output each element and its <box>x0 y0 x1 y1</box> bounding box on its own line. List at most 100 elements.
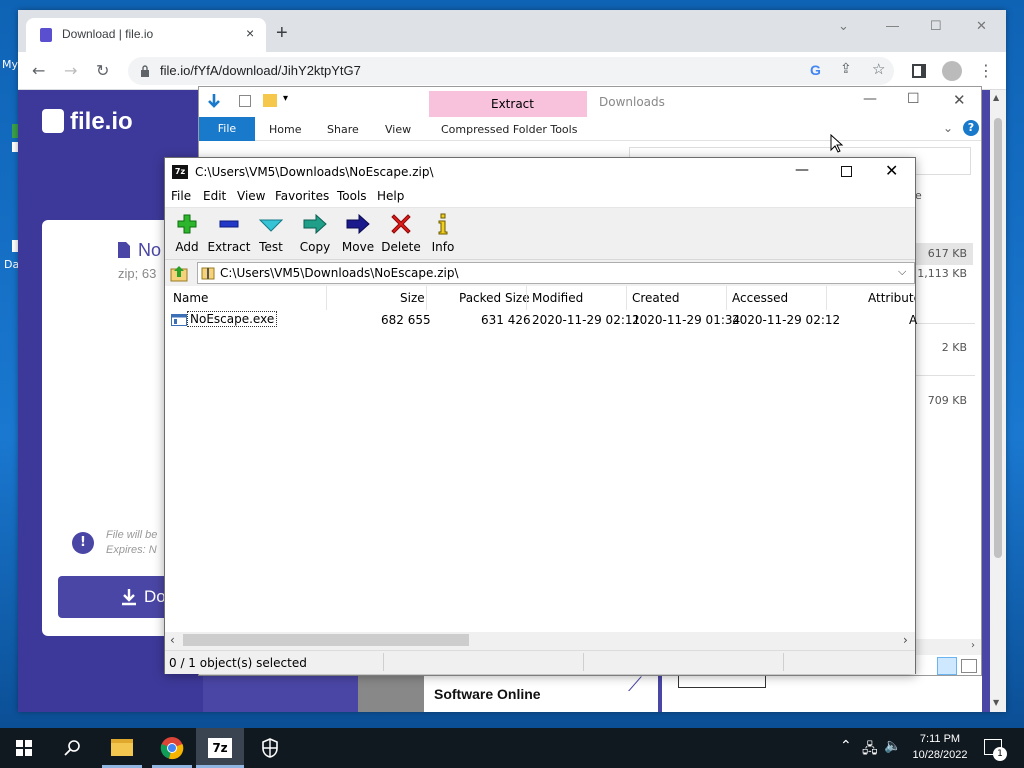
menu-tools[interactable]: Tools <box>337 189 367 203</box>
page-scrollbar[interactable]: ▲ ▼ <box>990 90 1006 712</box>
close-button[interactable]: ✕ <box>976 18 987 34</box>
url-text[interactable]: file.io/fYfA/download/JihY2ktpYtG7 <box>160 63 361 78</box>
taskbar-7zip[interactable]: 7z <box>196 728 244 768</box>
expiry-note: File will be Expires: N <box>106 529 158 556</box>
scroll-down-icon[interactable]: ▼ <box>993 698 999 707</box>
bookmark-star-icon[interactable]: ☆ <box>872 60 885 78</box>
menu-help[interactable]: Help <box>377 189 404 203</box>
share-icon[interactable]: ⇪ <box>840 61 852 77</box>
sevenzip-app-icon: 7z <box>172 165 188 179</box>
back-arrow-icon[interactable]: ← <box>32 62 45 80</box>
properties-icon[interactable] <box>239 95 251 107</box>
path-combobox[interactable]: C:\Users\VM5\Downloads\NoEscape.zip\ ⌵ <box>197 262 915 284</box>
ribbon-tab-compressed-folder-tools[interactable]: Compressed Folder Tools <box>441 123 577 136</box>
path-dropdown-icon[interactable]: ⌵ <box>898 265 906 279</box>
file-meta: zip; 63 <box>118 266 157 281</box>
column-header-size[interactable]: Size <box>400 291 425 305</box>
extract-context-tab[interactable]: Extract <box>429 91 587 117</box>
maximize-button[interactable]: ☐ <box>907 91 920 107</box>
ribbon-expand-icon[interactable]: ⌄ <box>943 121 953 135</box>
folder-up-icon[interactable] <box>170 264 188 282</box>
menu-edit[interactable]: Edit <box>203 189 226 203</box>
column-header-partial: e <box>915 189 922 202</box>
column-header-attributes-wrap[interactable]: Attributes <box>868 286 915 310</box>
file-size: 1,113 KB <box>917 267 967 280</box>
new-tab-button[interactable]: + <box>276 23 288 43</box>
scroll-up-icon[interactable]: ▲ <box>993 93 999 102</box>
tray-chevron-icon[interactable]: ⌃ <box>840 738 852 754</box>
ribbon-tab-view[interactable]: View <box>385 123 411 136</box>
column-header-packed-size[interactable]: Packed Size <box>459 291 530 305</box>
status-text: 0 / 1 object(s) selected <box>169 656 307 670</box>
maximize-button[interactable]: ☐ <box>930 18 942 34</box>
column-header-created[interactable]: Created <box>632 291 680 305</box>
divider <box>915 323 975 324</box>
minimize-button[interactable]: — <box>795 162 809 178</box>
column-header-modified[interactable]: Modified <box>532 291 583 305</box>
file-name-cell[interactable]: NoEscape.exe <box>187 311 278 327</box>
lock-icon <box>141 65 149 77</box>
system-clock[interactable]: 7:11 PM 10/28/2022 <box>906 731 974 763</box>
desktop-icon-label[interactable]: Da <box>4 258 18 271</box>
column-header-attributes[interactable]: Attributes <box>868 291 915 305</box>
start-button[interactable] <box>0 728 48 768</box>
toolbar: Add Extract Test Copy Move Delete Info <box>165 208 915 260</box>
taskbar-file-explorer[interactable] <box>98 728 146 768</box>
table-row[interactable]: NoEscape.exe 682 655 631 426 2020-11-29 … <box>165 310 917 330</box>
help-icon[interactable]: ? <box>963 120 979 136</box>
scrollbar-thumb[interactable] <box>994 118 1002 558</box>
extract-tab-label: Extract <box>491 97 534 111</box>
download-arrow-icon[interactable] <box>207 93 221 111</box>
column-header-accessed[interactable]: Accessed <box>732 291 788 305</box>
explorer-hscroll[interactable]: › <box>915 639 981 655</box>
scroll-left-icon[interactable]: ‹ <box>170 633 175 647</box>
fileio-logo[interactable]: file.io <box>42 108 133 136</box>
horizontal-scrollbar[interactable]: ‹ › <box>165 632 915 650</box>
side-panel-icon[interactable] <box>912 64 926 78</box>
notification-center-icon[interactable]: 1 <box>984 739 1007 761</box>
ad-banner[interactable]: Software Online ⟋ <box>358 672 658 712</box>
desktop-icon-label[interactable]: My <box>2 58 18 71</box>
download-icon <box>122 589 136 606</box>
copy-button[interactable]: Copy <box>293 212 337 256</box>
menu-kebab-icon[interactable]: ⋮ <box>978 62 994 80</box>
new-folder-icon[interactable] <box>263 94 277 107</box>
search-button[interactable] <box>48 728 96 768</box>
details-view-icon[interactable] <box>937 657 957 675</box>
address-bar[interactable]: file.io/fYfA/download/JihY2ktpYtG7 G ⇪ ☆ <box>128 57 894 85</box>
menu-file[interactable]: File <box>171 189 191 203</box>
large-icons-view-icon[interactable] <box>961 659 977 673</box>
network-icon[interactable]: 🖧 <box>862 738 878 762</box>
tab-close-icon[interactable]: × <box>246 25 254 41</box>
browser-tab[interactable]: Download | file.io × <box>26 18 266 52</box>
move-button[interactable]: Move <box>336 212 380 256</box>
menu-bar: File Edit View Favorites Tools Help <box>165 186 915 208</box>
menu-view[interactable]: View <box>237 189 265 203</box>
tab-search-icon[interactable]: ⌄ <box>838 18 849 34</box>
profile-avatar-icon[interactable] <box>942 61 962 81</box>
qat-dropdown-icon[interactable]: ▾ <box>283 93 288 104</box>
close-button[interactable]: ✕ <box>953 91 966 109</box>
taskbar-chrome[interactable] <box>148 728 196 768</box>
ribbon-tab-file[interactable]: File <box>199 117 255 141</box>
taskbar: 7z ⌃ 🖧 🔈 7:11 PM 10/28/2022 1 <box>0 728 1024 768</box>
reload-icon[interactable]: ↻ <box>96 62 109 80</box>
scroll-right-icon[interactable]: › <box>903 633 908 647</box>
menu-favorites[interactable]: Favorites <box>275 189 329 203</box>
close-button[interactable]: ✕ <box>885 161 898 180</box>
volume-icon[interactable]: 🔈 <box>884 738 901 754</box>
forward-arrow-icon[interactable]: → <box>64 62 77 80</box>
ad-button[interactable] <box>678 676 766 688</box>
google-translate-icon[interactable]: G <box>810 62 821 78</box>
maximize-button[interactable] <box>841 166 852 177</box>
minimize-button[interactable]: — <box>886 18 899 33</box>
ribbon-tab-share[interactable]: Share <box>327 123 359 136</box>
scrollbar-thumb[interactable] <box>183 634 469 646</box>
ribbon-tab-home[interactable]: Home <box>269 123 301 136</box>
ad-banner-2[interactable] <box>662 676 982 712</box>
column-header-name[interactable]: Name <box>173 291 208 305</box>
test-button[interactable]: Test <box>249 212 293 256</box>
minimize-button[interactable]: — <box>863 91 877 107</box>
taskbar-security[interactable] <box>246 728 294 768</box>
info-button[interactable]: Info <box>421 212 465 256</box>
